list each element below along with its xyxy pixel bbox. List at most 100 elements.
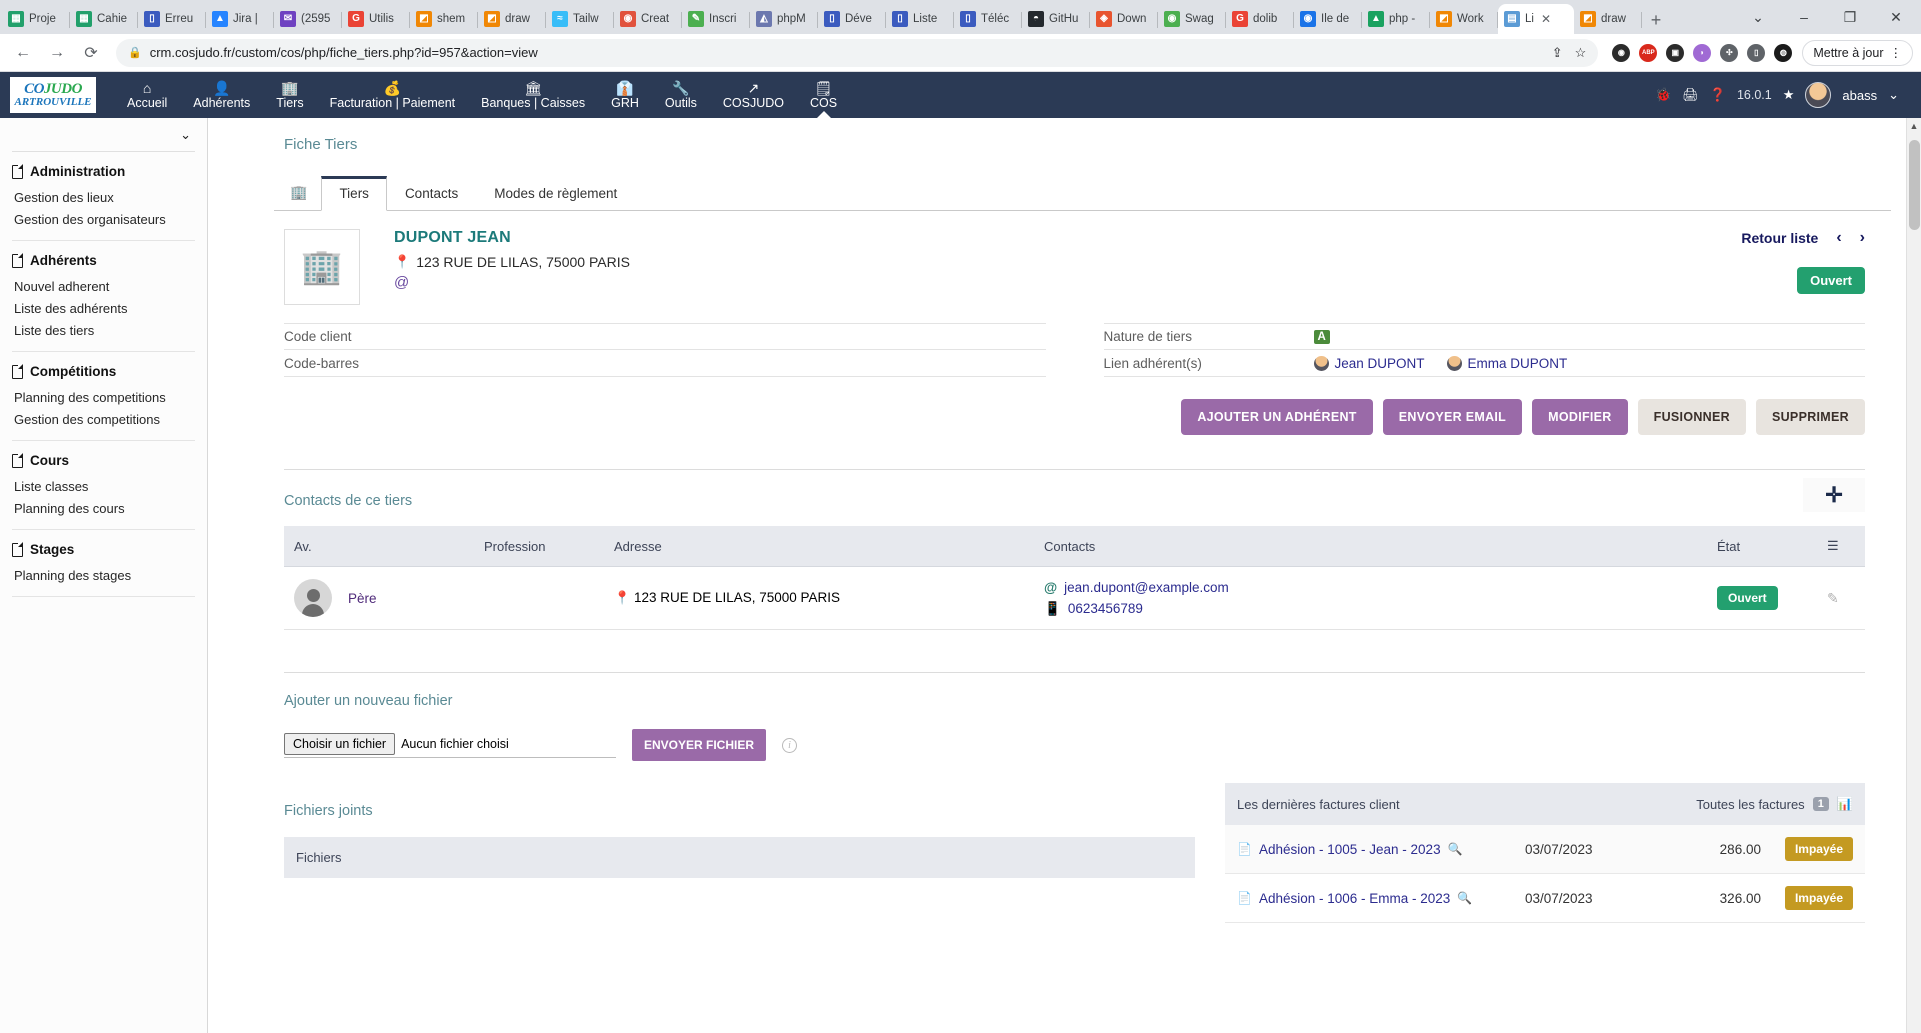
scroll-up-arrow[interactable]: ▲ (1907, 118, 1921, 131)
envoyer-email-button[interactable]: ENVOYER EMAIL (1382, 399, 1523, 435)
purple-extension-icon[interactable]: ◗ (1693, 43, 1712, 62)
nav-item-accueil[interactable]: ⌂ Accueil (114, 72, 180, 118)
browser-tab[interactable]: ≈ Tailw (546, 4, 614, 34)
chart-icon[interactable]: 📊 (1837, 796, 1853, 812)
invoice-label[interactable]: Adhésion - 1006 - Emma - 2023 (1259, 891, 1450, 906)
sidebar-item-gestion-des-lieux[interactable]: Gestion des lieux (12, 186, 195, 208)
sidebar-item-planning-des-competitions[interactable]: Planning des competitions (12, 386, 195, 408)
ajouter-un-adhérent-button[interactable]: AJOUTER UN ADHÉRENT (1181, 399, 1373, 435)
tab-tiers[interactable]: Tiers (321, 176, 387, 211)
content-scrollbar[interactable]: ▲ (1906, 118, 1921, 1033)
chevron-down-icon[interactable]: ⌄ (1888, 87, 1899, 103)
scrollbar-thumb[interactable] (1909, 140, 1920, 230)
browser-tab[interactable]: ▯ Liste (886, 4, 954, 34)
puzzle-extension-icon[interactable]: ✣ (1720, 43, 1739, 62)
tab-contacts[interactable]: Contacts (387, 176, 476, 211)
back-to-list-link[interactable]: Retour liste (1741, 230, 1818, 246)
table-row[interactable]: Père 📍 123 RUE DE LILAS, 75000 PARIS @ j… (284, 566, 1865, 630)
sidebar-item-liste-des-tiers[interactable]: Liste des tiers (12, 319, 195, 341)
browser-tab[interactable]: ◩ draw (478, 4, 546, 34)
browser-tab[interactable]: ✉ (2595 (274, 4, 342, 34)
fusionner-button[interactable]: FUSIONNER (1637, 399, 1746, 435)
pocket-extension-icon[interactable]: ◉ (1612, 43, 1631, 62)
invoice-label[interactable]: Adhésion - 1005 - Jean - 2023 (1259, 842, 1441, 857)
nav-item-facturation-paiement[interactable]: 💰 Facturation | Paiement (317, 72, 469, 118)
contact-phone[interactable]: 0623456789 (1068, 601, 1143, 616)
nav-item-cosjudo[interactable]: ↗ COSJUDO (710, 72, 797, 118)
browser-tab[interactable]: ◈ Down (1090, 4, 1158, 34)
sidebar-item-nouvel-adherent[interactable]: Nouvel adherent (12, 275, 195, 297)
reload-button[interactable]: ⟳ (76, 38, 106, 68)
column-header-profession[interactable]: Profession (474, 526, 604, 567)
address-bar[interactable]: 🔒 crm.cosjudo.fr/custom/cos/php/fiche_ti… (116, 38, 1599, 67)
browser-tab[interactable]: ▤ Li ✕ (1498, 4, 1574, 34)
magnifier-icon[interactable]: 🔍 (1457, 891, 1472, 905)
browser-tab[interactable]: ▯ Téléc (954, 4, 1022, 34)
sidepanel-icon[interactable]: ▯ (1747, 43, 1766, 62)
bug-icon[interactable]: 🐞 (1655, 87, 1671, 103)
invoice-row[interactable]: 📄 Adhésion - 1005 - Jean - 2023 🔍 03/07/202… (1225, 825, 1865, 874)
prev-record-button[interactable]: ‹ (1836, 229, 1841, 247)
browser-tab[interactable]: ◭ phpM (750, 4, 818, 34)
app-logo[interactable]: COJUDO ARTROUVILLE (10, 77, 96, 113)
linked-member[interactable]: Jean DUPONT (1313, 355, 1425, 371)
tab-modes-de-r-glement[interactable]: Modes de règlement (476, 176, 635, 211)
browser-tab[interactable]: ◉ Swag (1158, 4, 1226, 34)
browser-tab[interactable]: Gdolib (1226, 4, 1294, 34)
contact-role[interactable]: Père (348, 591, 377, 606)
add-contact-button[interactable]: ✛ (1803, 478, 1865, 512)
print-icon[interactable]: 🖨 (1682, 87, 1699, 103)
invoice-row[interactable]: 📄 Adhésion - 1006 - Emma - 2023 🔍 03/07/202… (1225, 874, 1865, 923)
browser-tab[interactable]: ✎ Inscri (682, 4, 750, 34)
browser-tab[interactable]: ▦ Proje (2, 4, 70, 34)
close-icon[interactable]: ✕ (1541, 12, 1551, 26)
sidebar-item-gestion-des-competitions[interactable]: Gestion des competitions (12, 408, 195, 430)
column-header-contacts[interactable]: Contacts (1034, 526, 1707, 567)
profile-avatar-icon[interactable]: ◍ (1774, 43, 1793, 62)
browser-tab[interactable]: ◉ Ile de (1294, 4, 1362, 34)
window-minimize-button[interactable]: – (1781, 1, 1827, 33)
browser-tab[interactable]: ▲ php - (1362, 4, 1430, 34)
info-icon[interactable]: i (782, 737, 798, 753)
bookmark-star-icon[interactable]: ☆ (1575, 45, 1587, 61)
star-icon[interactable]: ★ (1783, 87, 1795, 103)
window-maximize-button[interactable]: ❐ (1827, 1, 1873, 33)
browser-tab[interactable]: ◓ GitHu (1022, 4, 1090, 34)
column-header-adresse[interactable]: Adresse (604, 526, 1034, 567)
sidebar-item-planning-des-cours[interactable]: Planning des cours (12, 497, 195, 519)
nav-item-adh-rents[interactable]: 👤 Adhérents (180, 72, 263, 118)
file-input[interactable]: Choisir un fichier Aucun fichier choisi (284, 732, 616, 758)
nav-item-banques-caisses[interactable]: 🏛 Banques | Caisses (468, 72, 598, 118)
choose-file-button[interactable]: Choisir un fichier (284, 732, 396, 755)
share-icon[interactable]: ⇪ (1552, 45, 1563, 61)
browser-tab[interactable]: ◉ Creat (614, 4, 682, 34)
sidebar-collapse-button[interactable]: ⌄ (12, 118, 195, 152)
browser-tab[interactable]: ◩ shem (410, 4, 478, 34)
linked-member-name[interactable]: Emma DUPONT (1468, 356, 1568, 371)
sidebar-item-gestion-des-organisateurs[interactable]: Gestion des organisateurs (12, 208, 195, 230)
browser-tab[interactable]: ▲ Jira | (206, 4, 274, 34)
browser-tab[interactable]: ▦ Cahie (70, 4, 138, 34)
modifier-button[interactable]: MODIFIER (1532, 399, 1628, 435)
next-record-button[interactable]: › (1860, 229, 1865, 247)
browser-tab[interactable]: ◩ Work (1430, 4, 1498, 34)
edit-pencil-icon[interactable]: ✎ (1827, 590, 1839, 606)
browser-menu-icon[interactable]: ⋮ (1890, 45, 1903, 60)
send-file-button[interactable]: ENVOYER FICHIER (632, 729, 767, 761)
sidebar-item-liste-des-adh-rents[interactable]: Liste des adhérents (12, 297, 195, 319)
forward-button[interactable]: → (42, 38, 72, 68)
new-tab-button[interactable]: + (1642, 6, 1670, 34)
gold-extension-icon[interactable]: ▣ (1666, 43, 1685, 62)
back-button[interactable]: ← (8, 38, 38, 68)
window-close-button[interactable]: ✕ (1873, 1, 1919, 33)
invoice-name-cell[interactable]: 📄 Adhésion - 1005 - Jean - 2023 🔍 (1237, 842, 1525, 857)
update-button[interactable]: Mettre à jour ⋮ (1802, 39, 1913, 66)
entity-email-icon[interactable]: @ (394, 274, 630, 291)
sidebar-item-planning-des-stages[interactable]: Planning des stages (12, 564, 195, 586)
browser-tab[interactable]: ▯ Déve (818, 4, 886, 34)
nav-item-cos[interactable]: 🗒 COS (797, 72, 850, 118)
help-icon[interactable]: ❓ (1710, 87, 1726, 103)
supprimer-button[interactable]: SUPPRIMER (1755, 399, 1865, 435)
linked-member[interactable]: Emma DUPONT (1446, 355, 1568, 371)
browser-tab[interactable]: ▯ Erreu (138, 4, 206, 34)
